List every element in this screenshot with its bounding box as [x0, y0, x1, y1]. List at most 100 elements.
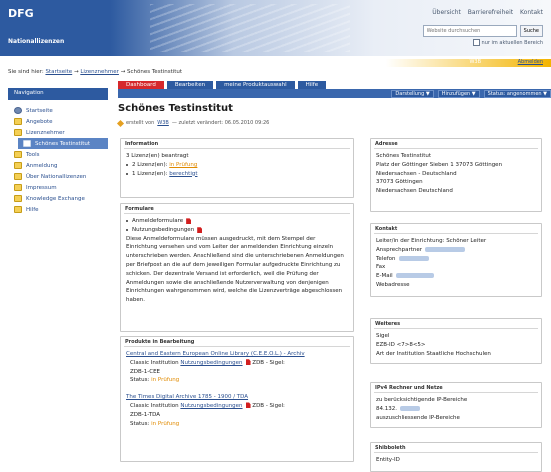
panel-title: Produkte in Bearbeitung — [125, 339, 195, 345]
status-link[interactable]: berechtigt — [169, 170, 197, 179]
panel-divider — [124, 148, 350, 149]
sidebar-navigation: Navigation Startseite Angebote Lizenzneh… — [8, 88, 108, 215]
folder-icon — [23, 140, 31, 147]
product-details: Classic Institution Nutzungsbedingungen … — [130, 359, 285, 366]
sidebar-item-label: Über Nationallizenzen — [26, 173, 87, 180]
product-status: Status: in Prüfung — [130, 377, 180, 384]
user-bar: W3B Abmelden — [0, 59, 551, 67]
ip-line: auszuschliessende IP-Bereiche — [376, 414, 460, 421]
top-links: Übersicht Barrierefreiheit Kontakt — [427, 9, 543, 16]
area-checkbox-label: nur im aktuellen Bereich — [481, 39, 543, 46]
folder-icon — [14, 162, 22, 169]
sidebar-item-label: Startseite — [26, 107, 53, 114]
address-line: Niedersachsen Deutschland — [376, 188, 453, 195]
sidebar-item-lizenznehmer[interactable]: Lizenznehmer — [8, 127, 108, 138]
weiteres-panel: Weiteres Sigel EZB-ID <7>8<5> Art der In… — [370, 318, 542, 364]
zdb-value: ZDB-1-TDA — [130, 411, 161, 418]
link-kontakt[interactable]: Kontakt — [520, 9, 543, 16]
pdf-icon[interactable] — [245, 402, 251, 409]
sidebar-item-label: Knowledge Exchange — [26, 195, 85, 202]
logout-link[interactable]: Abmelden — [518, 59, 543, 65]
address-line: Schönes Testinstitut — [376, 153, 432, 159]
pdf-icon[interactable] — [197, 227, 203, 234]
ip-line: zu berücksichtigende IP-Bereiche — [376, 397, 468, 403]
panel-title: Shibboleth — [375, 445, 406, 451]
list-item: 2 Lizenz(en): in Prüfung — [126, 161, 348, 170]
info-line: EZB-ID <7>8<5> — [376, 341, 426, 348]
entity-id-label: Entity-ID — [376, 457, 400, 463]
page-title: Schönes Testinstitut — [118, 103, 233, 114]
panel-divider — [374, 233, 538, 234]
contact-line: Webadresse — [376, 281, 410, 288]
form-anmeldeformulare[interactable]: Anmeldeformulare — [132, 217, 183, 226]
bullet-icon — [126, 164, 128, 167]
information-panel: Information 3 Lizenz(en) beantragt 2 Liz… — [120, 138, 354, 198]
folder-icon — [14, 151, 22, 158]
site-subtitle: Nationallizenzen — [8, 38, 65, 45]
sidebar-item-testinstitut[interactable]: Schönes Testinstitut — [18, 138, 108, 149]
sidebar-item-label: Lizenznehmer — [26, 129, 65, 136]
add-dropdown[interactable]: Hinzufügen ▼ — [437, 90, 480, 98]
kontakt-panel: Kontakt Leiter/in der Einrichtung: Schön… — [370, 223, 542, 297]
sidebar-item-label: Tools — [26, 151, 40, 158]
product-link[interactable]: Central and Eastern European Online Libr… — [126, 350, 348, 359]
panel-divider — [374, 148, 538, 149]
status-dropdown[interactable]: Status: angenommen ▼ — [483, 90, 551, 98]
dfg-logo[interactable]: DFG — [8, 7, 34, 20]
sidebar-item-impressum[interactable]: Impressum — [8, 182, 108, 193]
contact-line: Fax — [376, 264, 386, 271]
panel-divider — [374, 328, 538, 329]
breadcrumb-lizenznehmer[interactable]: Lizenznehmer — [80, 69, 119, 75]
produkte-panel: Produkte in Bearbeitung Central and East… — [120, 336, 354, 462]
search-input[interactable] — [422, 25, 517, 37]
sidebar-item-knowledge[interactable]: Knowledge Exchange — [8, 193, 108, 204]
sidebar-item-ueber[interactable]: Über Nationallizenzen — [8, 171, 108, 182]
terms-link[interactable]: Nutzungsbedingungen — [180, 403, 242, 409]
sidebar-item-anmeldung[interactable]: Anmeldung — [8, 160, 108, 171]
address-line: Niedersachsen - Deutschland — [376, 170, 457, 177]
panel-title: Weiteres — [375, 321, 401, 327]
sidebar-item-startseite[interactable]: Startseite — [8, 105, 108, 116]
sidebar-item-label: Anmeldung — [26, 162, 58, 169]
sidebar-item-tools[interactable]: Tools — [8, 149, 108, 160]
product-link[interactable]: The Times Digital Archive 1785 - 1900 / … — [126, 393, 348, 402]
display-dropdown[interactable]: Darstellung ▼ — [391, 90, 434, 98]
panel-title: Information — [125, 141, 159, 147]
site-header: DFG Nationallizenzen Übersicht Barrieref… — [0, 0, 551, 56]
form-nutzungsbedingungen[interactable]: Nutzungsbedingungen — [132, 226, 194, 235]
site-search: Suche — [422, 25, 543, 37]
breadcrumb-startseite[interactable]: Startseite — [45, 69, 72, 75]
sidebar-item-hilfe[interactable]: Hilfe — [8, 204, 108, 215]
link-uebersicht[interactable]: Übersicht — [432, 9, 461, 16]
sidebar-item-angebote[interactable]: Angebote — [8, 116, 108, 127]
action-bar: Darstellung ▼ Hinzufügen ▼ Status: angen… — [118, 89, 551, 98]
folder-icon — [14, 129, 22, 136]
meta-modified: — zuletzt verändert: 06.05.2010 09:26 — [171, 120, 270, 126]
link-barrierefreiheit[interactable]: Barrierefreiheit — [468, 9, 513, 16]
user-name[interactable]: W3B — [469, 59, 481, 65]
status-link[interactable]: in Prüfung — [169, 161, 197, 170]
list-item: Nutzungsbedingungen — [126, 226, 348, 235]
area-checkbox-row: nur im aktuellen Bereich — [472, 39, 543, 46]
search-button[interactable]: Suche — [519, 25, 543, 37]
area-checkbox[interactable] — [472, 39, 480, 46]
bullet-icon — [126, 220, 128, 223]
sidebar-item-label: Angebote — [26, 118, 53, 125]
panel-divider — [124, 213, 350, 214]
pdf-icon[interactable] — [245, 359, 251, 366]
redacted-value — [398, 255, 429, 261]
panel-divider — [124, 346, 350, 347]
pdf-icon[interactable] — [186, 218, 192, 225]
panel-title: IPv4 Rechner und Netze — [375, 385, 443, 391]
folder-icon — [14, 118, 22, 125]
document-meta: erstellt von W3B — zuletzt verändert: 06… — [116, 119, 270, 127]
redacted-value — [395, 273, 434, 279]
form-instructions: Diese Anmeldeformulare müssen ausgedruck… — [126, 235, 344, 304]
breadcrumb: Sie sind hier: Startseite → Lizenznehmer… — [8, 69, 182, 75]
contact-line: Telefon — [376, 255, 536, 264]
breadcrumb-separator: → — [120, 69, 126, 75]
meta-user-link[interactable]: W3B — [157, 120, 169, 126]
product-details: Classic Institution Nutzungsbedingungen … — [130, 402, 285, 409]
terms-link[interactable]: Nutzungsbedingungen — [180, 360, 242, 366]
adresse-panel: Adresse Schönes Testinstitut Platz der G… — [370, 138, 542, 212]
